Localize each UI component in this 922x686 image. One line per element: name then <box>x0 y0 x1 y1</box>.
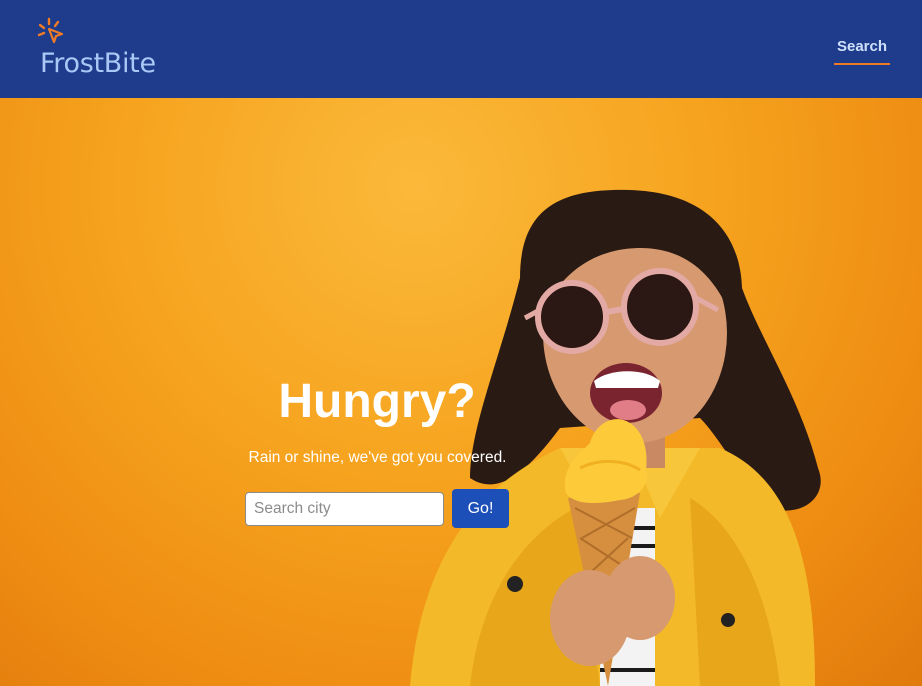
hero-subtitle: Rain or shine, we've got you covered. <box>248 449 507 466</box>
city-search-input[interactable] <box>245 492 444 526</box>
sparkle-cursor-icon[interactable] <box>36 16 66 46</box>
hero-title: Hungry? <box>278 375 476 428</box>
go-button[interactable]: Go! <box>452 489 509 528</box>
nav-search-link[interactable]: Search <box>834 38 890 65</box>
brand-name[interactable]: FrostBite <box>40 48 156 79</box>
hero-section: Hungry? Rain or shine, we've got you cov… <box>0 98 922 686</box>
site-header: FrostBite Search <box>0 0 922 98</box>
